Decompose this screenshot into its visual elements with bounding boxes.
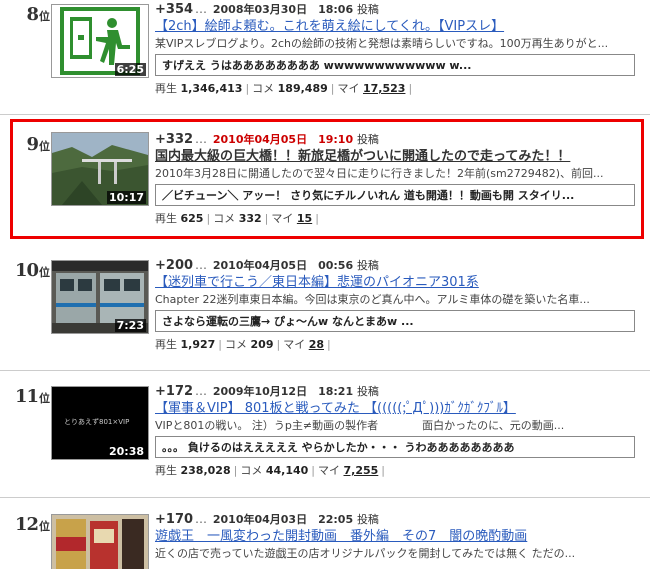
video-thumbnail[interactable]: とりあえず801×VIP 20:38 [51, 386, 149, 460]
post-date: 2010年04月05日 00:56 [212, 259, 354, 272]
video-thumbnail[interactable]: 7:23 [51, 260, 149, 334]
video-title-link[interactable]: 【軍事＆VIP】 801板と戦ってみた 【(((((;ﾟДﾟ)))ｶﾞｸｶﾞｸﾌ… [155, 400, 645, 418]
divider [0, 114, 650, 115]
points: +170 [155, 512, 194, 527]
mylist-link[interactable]: 28 [309, 338, 324, 351]
video-stats: 再生 1,927 | コメ 209 | マイ 28 | [155, 338, 331, 351]
mylist-link[interactable]: 17,523 [363, 82, 405, 95]
comment-box: 。。。 負けるのはえええええ やらかしたか・・・ うわああああああああ [155, 436, 635, 458]
video-description: 近くの店で売っていた遊戯王の店オリジナルパックを開封してみたでは無く ただの..… [155, 547, 576, 560]
thumbnail-caption: とりあえず801×VIP [64, 418, 130, 426]
points: +172 [155, 384, 194, 399]
comment-box: すげええ うはああああああああ wwwwwwwwwwww w... [155, 54, 635, 76]
ranking-entry-10: 10位 7:23 +200… 2010年04月05日 00:56 投稿 【迷列車… [0, 256, 650, 368]
video-description: Chapter 22迷列車東日本編。今回は東京のど真ん中へ。アルミ車体の礎を築い… [155, 293, 590, 306]
video-title-link[interactable]: 遊戯王 一風変わった開封動画 番外編 その7 闇の晩酌動画 [155, 528, 645, 546]
rank-label: 11位 [14, 386, 50, 407]
video-length: 20:38 [106, 445, 146, 458]
video-description: VIPと801の戦い。 注）うp主≠動画の製作者 面白かったのに、元の動画... [155, 419, 565, 432]
divider [0, 497, 650, 498]
rank-label: 12位 [14, 514, 50, 535]
highlight-frame [10, 119, 644, 239]
rank-label: 10位 [14, 260, 50, 281]
video-length: 6:25 [114, 63, 146, 76]
beer-can-thumbnail-icon [52, 515, 148, 569]
mylist-link[interactable]: 7,255 [344, 464, 379, 477]
rank-label: 8位 [26, 4, 50, 25]
post-date: 2009年10月12日 18:21 [212, 385, 354, 398]
video-stats: 再生 1,346,413 | コメ 189,489 | マイ 17,523 | [155, 82, 413, 95]
video-title-link[interactable]: 【2ch】絵師よ頼む。これを萌え絵にしてくれ。【VIPスレ】 [155, 18, 645, 36]
video-length: 7:23 [114, 319, 146, 332]
divider [0, 370, 650, 371]
post-date: 2010年04月03日 22:05 [212, 513, 354, 526]
video-title-link[interactable]: 【迷列車で行こう／東日本編】悲運のパイオニア301系 [155, 274, 645, 292]
ranking-entry-11: 11位 とりあえず801×VIP 20:38 +172… 2009年10月12日… [0, 382, 650, 494]
video-description: 某VIPスレブログより。2chの絵師の技術と発想は素晴らしいですね。100万再生… [155, 37, 609, 50]
points: +354 [155, 2, 194, 17]
video-stats: 再生 238,028 | コメ 44,140 | マイ 7,255 | [155, 464, 386, 477]
post-date: 2008年03月30日 18:06 [212, 3, 354, 16]
points: +200 [155, 258, 194, 273]
video-thumbnail[interactable] [51, 514, 149, 569]
comment-box: さよなら運転の三鷹→ ぴょ～んw なんとまあw ... [155, 310, 635, 332]
ranking-entry-8: 8位 6:25 +354… 2008年03月30日 18:06 投稿 【2ch】… [0, 0, 650, 114]
ranking-entry-12: 12位 +170… 2010年04月03日 22:05 投稿 遊戯王 一風変わっ… [0, 510, 650, 569]
video-thumbnail[interactable]: 6:25 [51, 4, 149, 78]
